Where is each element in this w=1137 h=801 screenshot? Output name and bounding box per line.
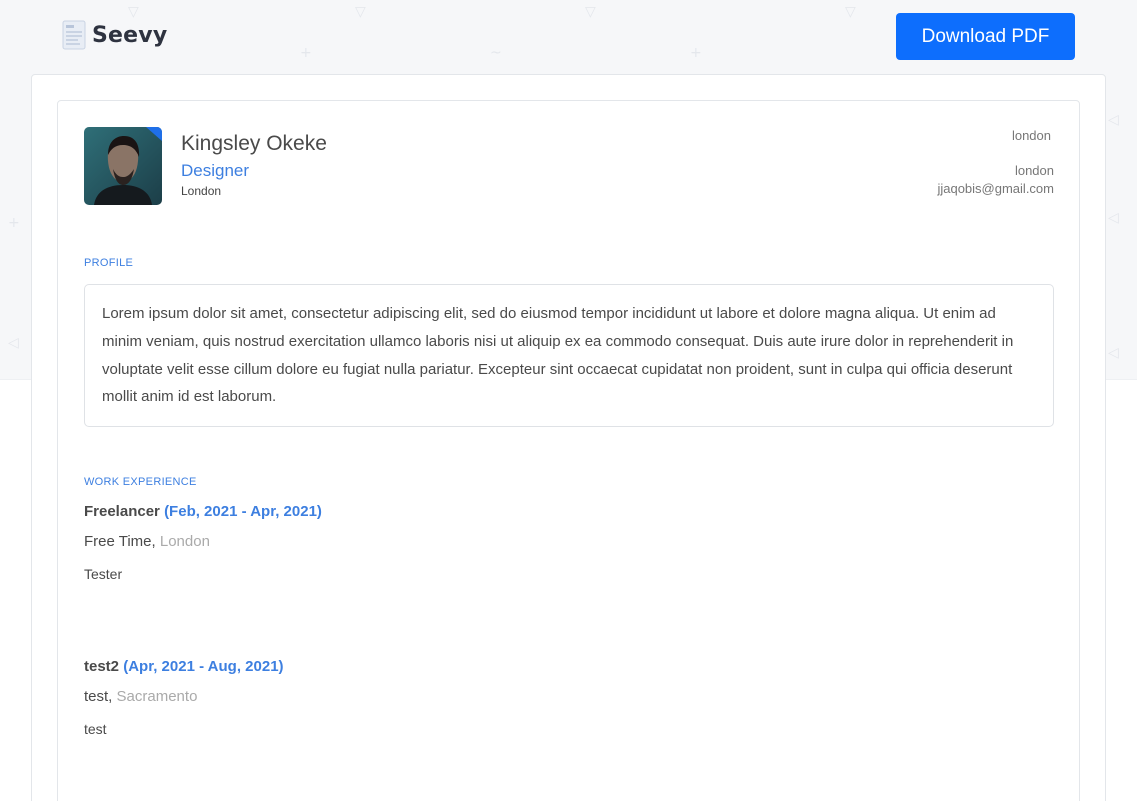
brand-logo[interactable]: Seevy	[62, 20, 167, 50]
profile-section-title: PROFILE	[84, 257, 134, 269]
job-description: Tester	[84, 566, 123, 582]
profile-photo	[84, 127, 162, 205]
company-name: test,	[84, 688, 113, 705]
job-role: Freelancer	[84, 503, 160, 520]
job-title: Freelancer (Feb, 2021 - Apr, 2021)	[84, 503, 322, 520]
contact-address: london	[1011, 128, 1051, 143]
contact-city: london	[1014, 163, 1054, 178]
job-description: test	[84, 721, 107, 737]
brand-name: Seevy	[92, 22, 168, 48]
job-location: London	[159, 533, 210, 550]
profile-summary: Lorem ipsum dolor sit amet, consectetur …	[84, 284, 1054, 427]
contact-email: jjaqobis@gmail.com	[937, 181, 1054, 196]
job-company: Free Time, London	[84, 533, 210, 550]
candidate-name: Kingsley Okeke	[181, 132, 327, 155]
job-location: Sacramento	[116, 688, 198, 705]
resume-card	[57, 100, 1080, 801]
job-dates: (Apr, 2021 - Aug, 2021)	[123, 658, 284, 675]
candidate-city: London	[181, 184, 222, 198]
job-role: test2	[84, 658, 120, 675]
avatar	[84, 127, 162, 205]
job-company: test, Sacramento	[84, 688, 197, 705]
download-pdf-button[interactable]: Download PDF	[896, 13, 1075, 60]
company-name: Free Time,	[84, 533, 156, 550]
job-title: test2 (Apr, 2021 - Aug, 2021)	[84, 658, 284, 675]
candidate-role: Designer	[181, 161, 250, 180]
top-bar: Seevy Download PDF	[0, 0, 1137, 74]
job-dates: (Feb, 2021 - Apr, 2021)	[164, 503, 322, 520]
work-section-title: WORK EXPERIENCE	[84, 476, 197, 488]
document-icon	[62, 20, 86, 50]
